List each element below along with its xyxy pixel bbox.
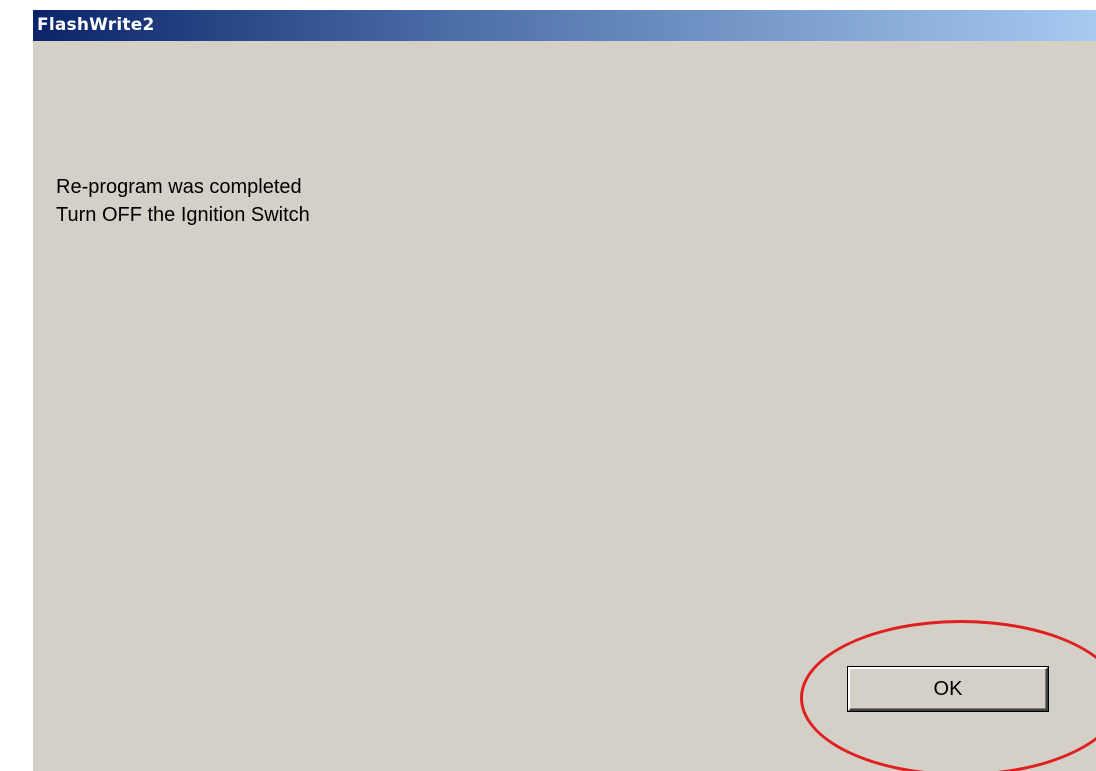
title-bar[interactable]: FlashWrite2 xyxy=(33,10,1096,41)
message-line-instruction: Turn OFF the Ignition Switch xyxy=(56,204,310,226)
ok-button[interactable]: OK xyxy=(848,667,1048,711)
flashwrite-dialog: FlashWrite2 Re-program was completed Tur… xyxy=(33,10,1096,771)
status-message: Re-program was completed Turn OFF the Ig… xyxy=(56,173,310,229)
message-line-completed: Re-program was completed xyxy=(56,176,302,198)
window-title: FlashWrite2 xyxy=(37,15,155,35)
